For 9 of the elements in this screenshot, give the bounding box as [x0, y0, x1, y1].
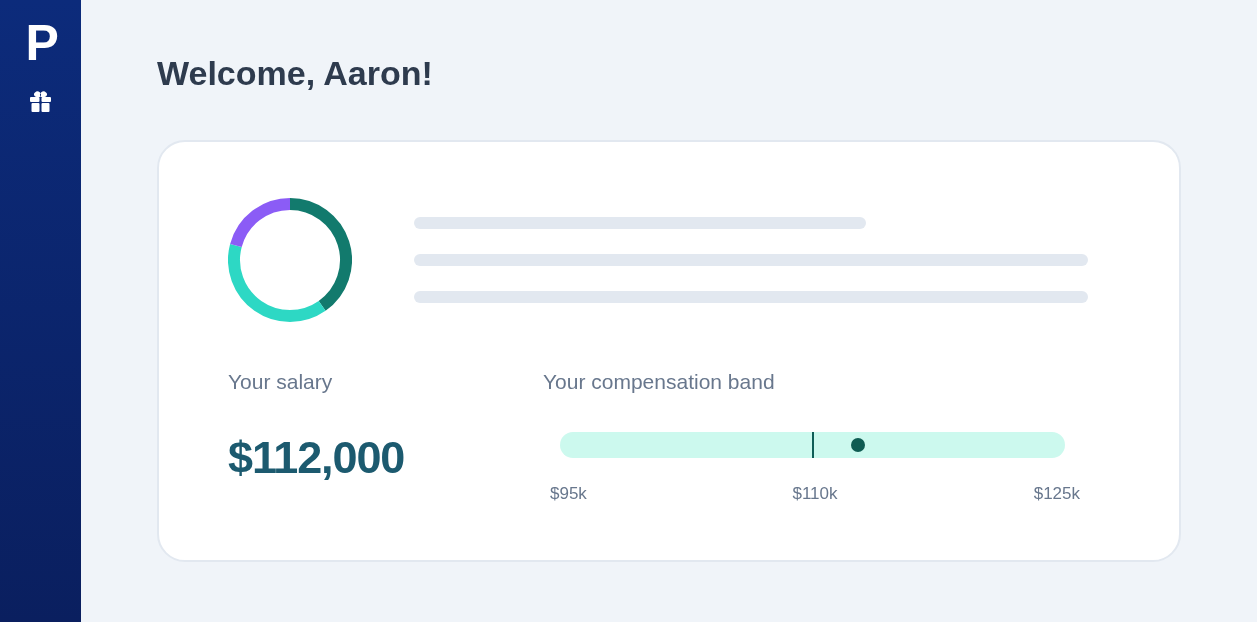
welcome-heading: Welcome, Aaron! — [157, 53, 433, 94]
gift-icon[interactable] — [30, 91, 51, 112]
compensation-band-label: Your compensation band — [543, 369, 775, 395]
tick-label: $125k — [1033, 483, 1080, 505]
salary-amount: $112,000 — [228, 432, 405, 484]
logo[interactable]: P — [25, 18, 57, 68]
salary-label: Your salary — [228, 369, 333, 395]
tick-label: $110k — [792, 483, 838, 505]
tick-label: $95k — [550, 483, 587, 505]
